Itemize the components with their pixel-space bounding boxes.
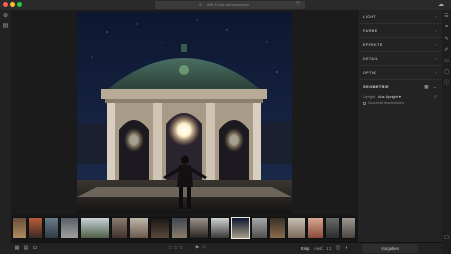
edit-sliders-icon[interactable]: ☰: [443, 13, 450, 20]
info-icon[interactable]: ⓘ: [443, 80, 450, 87]
chevron-right-icon: ›: [435, 70, 437, 75]
chevron-down-icon: ▾: [398, 95, 401, 99]
filmstrip-thumb[interactable]: [307, 217, 324, 239]
constrain-crop-label: Zuschnitt beschränken: [368, 101, 405, 105]
chevron-right-icon: ›: [435, 14, 437, 19]
star-rating[interactable]: ☆☆☆: [161, 246, 191, 251]
reset-icon[interactable]: ↺: [434, 94, 437, 99]
chevron-down-icon: ⌄: [433, 84, 437, 89]
section-effects[interactable]: EFFEKTE ›: [360, 38, 441, 52]
filmstrip-thumb[interactable]: [251, 217, 268, 239]
minimize-window-button[interactable]: [10, 2, 15, 7]
linear-gradient-icon[interactable]: ▭: [443, 58, 450, 65]
filmstrip-thumb[interactable]: [111, 217, 128, 239]
detail-view-icon[interactable]: ▭: [32, 246, 38, 251]
reject-flag-icon[interactable]: ⚐: [201, 246, 207, 251]
add-photos-icon[interactable]: ⊕: [2, 13, 9, 20]
section-color-label: FARBE: [363, 29, 378, 33]
filmstrip: [11, 215, 357, 242]
fit-zoom-button[interactable]: Einp.: [301, 245, 311, 252]
section-detail[interactable]: DETAIL ›: [360, 52, 441, 66]
before-after-icon[interactable]: ◐: [344, 246, 350, 251]
filmstrip-thumb[interactable]: [150, 217, 170, 239]
section-optics[interactable]: OPTIK ›: [360, 66, 441, 80]
upright-dropdown[interactable]: Aus Upright ▾: [378, 94, 401, 99]
section-effects-label: EFFEKTE: [363, 43, 383, 47]
filmstrip-thumb-selected[interactable]: [231, 217, 250, 239]
filmstrip-thumb[interactable]: [210, 217, 230, 239]
upright-label: Upright: [363, 95, 376, 99]
filmstrip-thumb[interactable]: [341, 217, 356, 239]
section-optics-label: OPTIK: [363, 71, 377, 75]
filmstrip-thumb[interactable]: [12, 217, 27, 239]
filmstrip-thumb[interactable]: [171, 217, 188, 239]
library-icon[interactable]: ▤: [2, 23, 9, 30]
chevron-right-icon: ›: [435, 42, 437, 47]
healing-brush-icon[interactable]: ✎: [443, 36, 450, 43]
crop-icon[interactable]: ⌗: [443, 24, 450, 31]
section-geometry[interactable]: GEOMETRIE ▦ ⌄: [360, 80, 441, 94]
constrain-crop-checkbox[interactable]: [363, 102, 366, 105]
one-to-one-zoom-button[interactable]: 1:1: [326, 245, 332, 252]
section-light[interactable]: LICHT ›: [360, 10, 441, 24]
fill-zoom-button[interactable]: Ausf.: [314, 245, 324, 252]
app-window: ⌕ Alle Fotos durchsuchen ▽ ☁ ⊕ ▤ LICHT ›…: [0, 0, 451, 254]
geometry-guide-icon[interactable]: ▦: [424, 80, 429, 94]
radial-gradient-icon[interactable]: ◯: [443, 69, 450, 76]
chevron-right-icon: ›: [435, 28, 437, 33]
right-toolbar: ☰ ⌗ ✎ ✐ ▭ ◯ ⓘ ☐: [442, 10, 451, 254]
compare-icon[interactable]: ◫: [335, 246, 341, 251]
close-window-button[interactable]: [3, 2, 8, 7]
bottom-bar: ▦ ▤ ▭ ☆☆☆ ⚑ ⚐ Einp. Ausf. 1:1 ◫ ◐ Vorgab…: [11, 242, 442, 254]
filmstrip-thumb[interactable]: [28, 217, 43, 239]
search-input[interactable]: ⌕ Alle Fotos durchsuchen: [155, 1, 305, 9]
filmstrip-thumb[interactable]: [287, 217, 306, 239]
filmstrip-thumb[interactable]: [269, 217, 286, 239]
section-geometry-label: GEOMETRIE: [363, 85, 390, 89]
section-detail-label: DETAIL: [363, 57, 379, 61]
section-light-label: LICHT: [363, 15, 377, 19]
maximize-window-button[interactable]: [17, 2, 22, 7]
left-toolbar: ⊕ ▤: [0, 10, 11, 254]
main-photo[interactable]: [77, 12, 292, 214]
presets-button[interactable]: Vorgaben: [362, 244, 418, 253]
filmstrip-view-icon[interactable]: ▤: [23, 246, 29, 251]
search-placeholder: Alle Fotos durchsuchen: [207, 2, 249, 7]
chevron-right-icon: ›: [435, 56, 437, 61]
edit-panel: LICHT › FARBE › EFFEKTE › DETAIL › OPTIK…: [357, 10, 442, 254]
filmstrip-thumb[interactable]: [129, 217, 149, 239]
cloud-icon[interactable]: ☁: [438, 1, 444, 8]
brush-icon[interactable]: ✐: [443, 47, 450, 54]
filmstrip-thumb[interactable]: [44, 217, 59, 239]
comment-icon[interactable]: ☐: [443, 235, 450, 242]
filmstrip-thumb[interactable]: [189, 217, 209, 239]
filmstrip-thumb[interactable]: [80, 217, 110, 239]
search-icon: ⌕: [199, 2, 202, 8]
flag-icon[interactable]: ⚑: [194, 246, 200, 251]
filmstrip-thumb[interactable]: [325, 217, 340, 239]
title-bar: ⌕ Alle Fotos durchsuchen ▽ ☁: [0, 0, 451, 10]
filmstrip-thumb[interactable]: [60, 217, 79, 239]
filter-icon[interactable]: ▽: [296, 1, 300, 7]
section-color[interactable]: FARBE ›: [360, 24, 441, 38]
grid-view-icon[interactable]: ▦: [14, 246, 20, 251]
